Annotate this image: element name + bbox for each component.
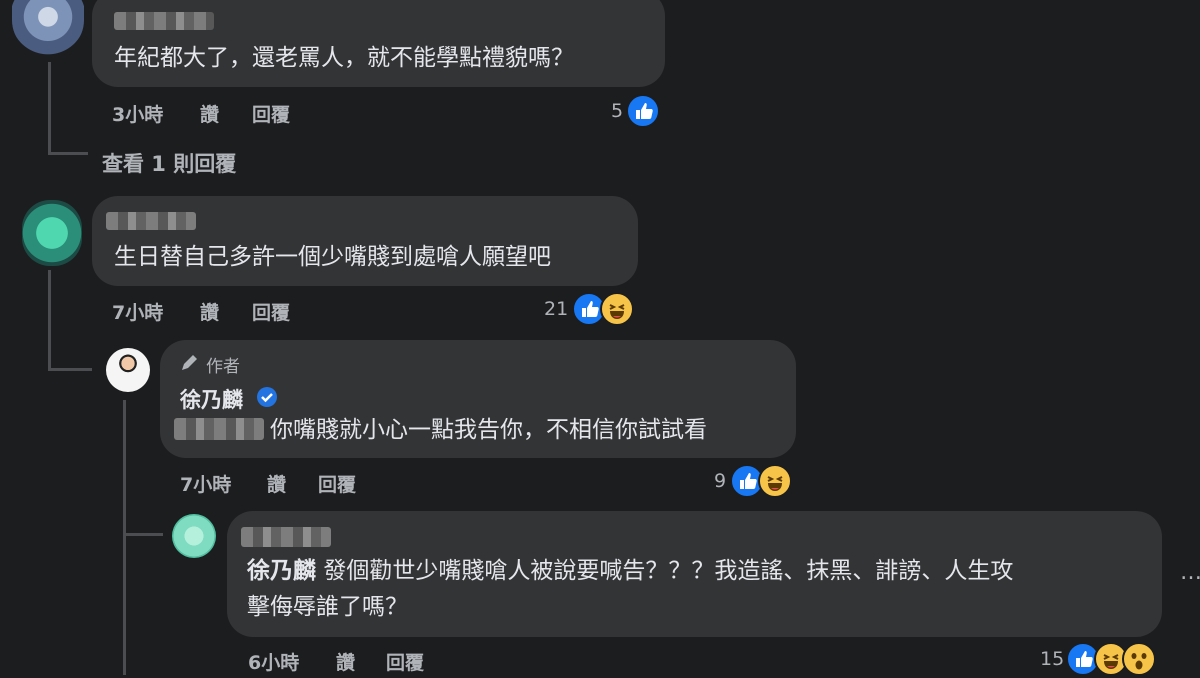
comment-text: 徐乃麟 發個勸世少嘴賤嗆人被說要喊告？？？我造謠、抹黑、誹謗、人生攻 (247, 553, 1013, 589)
reaction-count[interactable]: 21 (544, 298, 568, 320)
more-options-icon[interactable]: … (1180, 560, 1200, 585)
like-button[interactable]: 讚 (200, 100, 219, 127)
reaction-count[interactable]: 5 (611, 100, 623, 122)
mention-blurred (174, 418, 264, 440)
reaction-count[interactable]: 15 (1040, 648, 1064, 670)
thread-line (48, 368, 92, 371)
author-name-blurred (106, 212, 196, 230)
thread-line (48, 270, 51, 370)
author-badge: 作者 (206, 357, 240, 377)
verified-icon (256, 386, 278, 408)
reply-button[interactable]: 回覆 (386, 648, 424, 675)
author-reply-bubble: 作者 徐乃麟 你嘴賤就小心一點我告你，不相信你試試看 (160, 340, 796, 458)
author-name[interactable]: 徐乃麟 (180, 384, 243, 414)
wow-icon (1122, 642, 1156, 676)
haha-icon (758, 464, 792, 498)
thread-line (48, 152, 88, 155)
comment-bubble: 徐乃麟 發個勸世少嘴賤嗆人被說要喊告？？？我造謠、抹黑、誹謗、人生攻 擊侮辱誰了… (227, 511, 1162, 637)
pencil-icon (178, 352, 200, 374)
avatar[interactable] (172, 514, 216, 558)
haha-icon (600, 292, 634, 326)
comment-time[interactable]: 7小時 (112, 298, 163, 325)
comment-bubble: 生日替自己多許一個少嘴賤到處嗆人願望吧 (92, 196, 638, 286)
comment-time[interactable]: 6小時 (248, 648, 299, 675)
comment-time[interactable]: 7小時 (180, 470, 231, 497)
like-button[interactable]: 讚 (336, 648, 355, 675)
comment-text: 生日替自己多許一個少嘴賤到處嗆人願望吧 (114, 244, 551, 270)
avatar[interactable] (12, 0, 84, 56)
comment-text-line1: 發個勸世少嘴賤嗆人被說要喊告？？？我造謠、抹黑、誹謗、人生攻 (323, 558, 1014, 584)
like-icon (626, 94, 660, 128)
author-name-blurred (114, 12, 214, 30)
author-avatar[interactable] (106, 348, 150, 392)
reaction-count[interactable]: 9 (714, 470, 726, 492)
author-name-blurred (241, 527, 331, 547)
thread-line (123, 400, 126, 675)
like-button[interactable]: 讚 (200, 298, 219, 325)
comment-time[interactable]: 3小時 (112, 100, 163, 127)
view-replies-link[interactable]: 查看 1 則回覆 (102, 148, 236, 178)
reply-button[interactable]: 回覆 (252, 298, 290, 325)
thread-line (123, 533, 163, 536)
reply-button[interactable]: 回覆 (318, 470, 356, 497)
comment-text: 年紀都大了，還老罵人，就不能學點禮貌嗎？ (114, 45, 574, 71)
reply-button[interactable]: 回覆 (252, 100, 290, 127)
thread-line (48, 62, 51, 154)
comment-text-line2: 擊侮辱誰了嗎？ (247, 594, 408, 620)
comment-text: 你嘴賤就小心一點我告你，不相信你試試看 (270, 417, 707, 443)
avatar[interactable] (22, 200, 82, 266)
comment-bubble: 年紀都大了，還老罵人，就不能學點禮貌嗎？ (92, 0, 665, 87)
like-button[interactable]: 讚 (267, 470, 286, 497)
mention-link[interactable]: 徐乃麟 (247, 558, 316, 584)
